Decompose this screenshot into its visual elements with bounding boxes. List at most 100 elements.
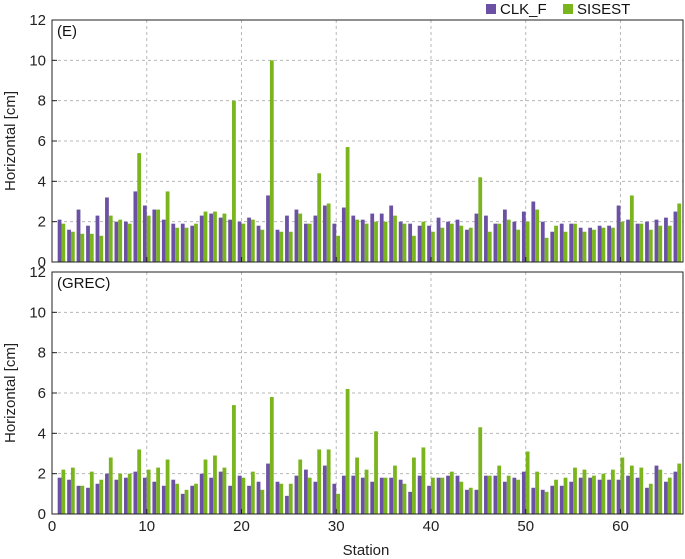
bar-clk-f — [484, 215, 488, 262]
y-tick-label: 4 — [38, 425, 46, 442]
bar-clk-f — [360, 477, 365, 514]
bar-sisest — [222, 213, 227, 262]
x-tick-label: 40 — [423, 518, 440, 535]
bar-sisest — [146, 469, 151, 514]
bar-clk-f — [218, 217, 223, 262]
bar-sisest — [241, 223, 246, 262]
bar-clk-f — [455, 475, 460, 514]
bar-sisest — [544, 491, 549, 514]
bar-sisest — [554, 479, 558, 514]
bar-sisest — [554, 225, 558, 262]
bar-sisest — [497, 465, 502, 514]
bar-sisest — [137, 153, 142, 262]
y-axis-label: Horizontal [cm] — [2, 91, 19, 191]
bar-sisest — [658, 469, 663, 514]
bar-sisest — [487, 231, 492, 262]
bar-clk-f — [370, 481, 375, 514]
bar-clk-f — [322, 205, 327, 262]
bar-sisest — [601, 227, 606, 262]
bar-sisest — [430, 231, 435, 262]
bar-clk-f — [559, 485, 564, 514]
bar-sisest — [667, 477, 672, 514]
bar-sisest — [421, 221, 426, 262]
bar-sisest — [459, 225, 464, 262]
bar-sisest — [421, 447, 426, 514]
bar-sisest — [582, 231, 587, 262]
bar-sisest — [89, 471, 94, 514]
bar-sisest — [326, 203, 331, 262]
bar-clk-f — [635, 223, 640, 262]
bar-clk-f — [351, 475, 356, 514]
bar-clk-f — [133, 191, 138, 262]
bar-sisest — [412, 457, 416, 514]
bar-clk-f — [275, 229, 280, 262]
bar-sisest — [288, 231, 293, 262]
bar-sisest — [658, 225, 663, 262]
bar-clk-f — [673, 211, 678, 262]
bar-sisest — [506, 219, 511, 262]
x-tick-label: 10 — [138, 518, 155, 535]
bar-sisest — [336, 235, 341, 262]
bar-sisest — [99, 235, 104, 262]
bar-clk-f — [105, 473, 109, 514]
bar-sisest — [677, 463, 682, 514]
bar-sisest — [610, 469, 615, 514]
bar-clk-f — [370, 213, 375, 262]
bar-sisest — [288, 483, 293, 514]
bar-clk-f — [218, 471, 223, 514]
bar-clk-f — [332, 483, 337, 514]
bar-clk-f — [521, 471, 526, 514]
bar-sisest — [184, 489, 189, 514]
bar-sisest — [336, 493, 341, 514]
bar-clk-f — [550, 231, 555, 262]
bar-clk-f — [313, 215, 318, 262]
bar-sisest — [563, 477, 568, 514]
bar-sisest — [269, 397, 274, 514]
bar-clk-f — [379, 477, 384, 514]
bar-clk-f — [484, 475, 488, 514]
bar-clk-f — [408, 223, 413, 262]
bar-clk-f — [152, 209, 157, 262]
bar-clk-f — [531, 487, 536, 514]
bar-clk-f — [76, 485, 81, 514]
bar-sisest — [61, 223, 66, 262]
bar-clk-f — [512, 477, 517, 514]
bar-sisest — [468, 227, 473, 262]
bar-sisest — [516, 229, 521, 262]
bar-clk-f — [569, 481, 574, 514]
bar-clk-f — [190, 225, 195, 262]
bar-clk-f — [389, 477, 394, 514]
x-axis-label: Station — [343, 542, 390, 559]
bar-clk-f — [465, 229, 469, 262]
bar-sisest — [629, 465, 634, 514]
y-tick-label: 2 — [38, 214, 46, 231]
bar-sisest — [307, 477, 312, 514]
bar-sisest — [459, 481, 464, 514]
bar-sisest — [127, 223, 132, 262]
bar-sisest — [70, 231, 75, 262]
bar-clk-f — [161, 485, 166, 514]
bar-sisest — [118, 473, 123, 514]
bar-clk-f — [588, 227, 593, 262]
bar-clk-f — [247, 217, 251, 262]
bar-sisest — [298, 459, 303, 514]
bar-clk-f — [578, 227, 583, 262]
bar-clk-f — [266, 463, 270, 514]
bar-clk-f — [654, 465, 659, 514]
bar-clk-f — [654, 219, 659, 262]
bar-clk-f — [313, 481, 318, 514]
bar-clk-f — [550, 485, 555, 514]
bar-clk-f — [597, 479, 602, 514]
bar-clk-f — [133, 471, 138, 514]
bar-sisest — [279, 483, 284, 514]
bar-clk-f — [455, 219, 460, 262]
bar-sisest — [516, 479, 521, 514]
bar-clk-f — [465, 489, 469, 514]
bar-clk-f — [86, 487, 90, 514]
bar-clk-f — [247, 485, 251, 514]
bar-clk-f — [237, 221, 242, 262]
bar-sisest — [374, 221, 378, 262]
bar-clk-f — [540, 489, 545, 514]
panel-label: (E) — [57, 23, 77, 40]
bar-clk-f — [531, 201, 536, 262]
